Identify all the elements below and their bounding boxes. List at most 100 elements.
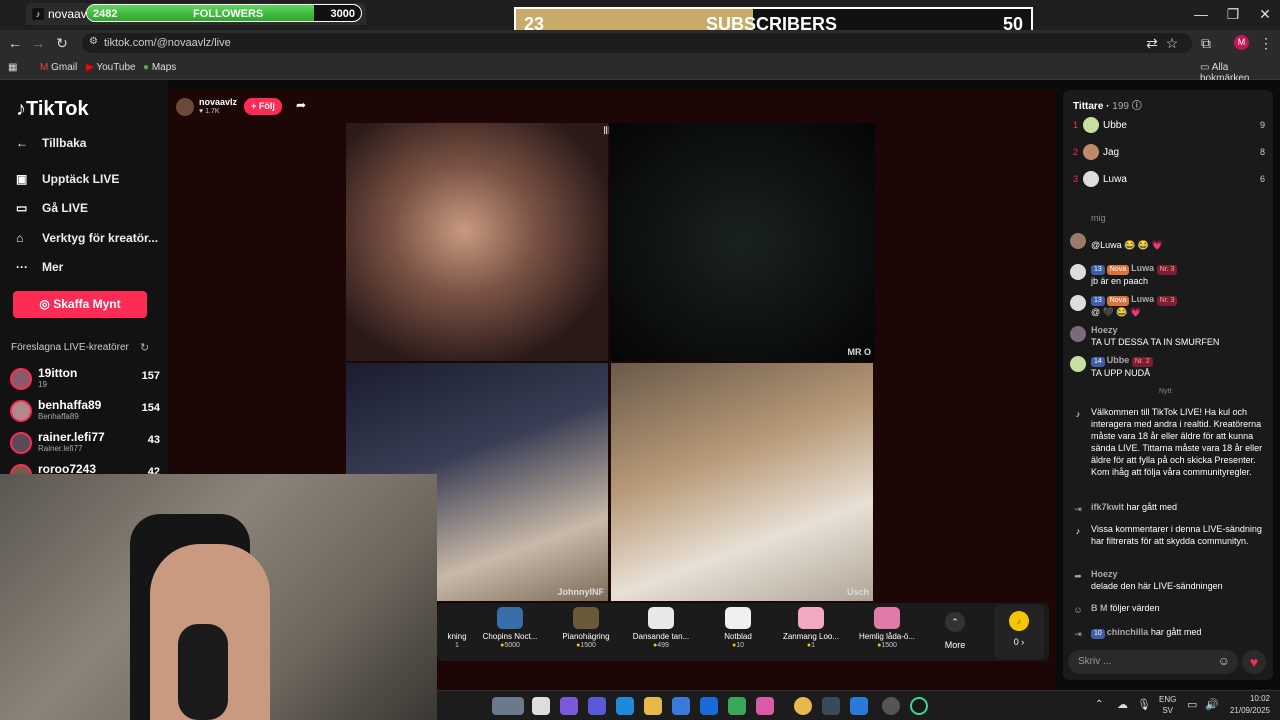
bookmarks-bar: ▦ M Gmail ▶ YouTube ● Maps ▭ Alla bokmär…	[0, 56, 1280, 84]
suggested-creators-title: Föreslagna LIVE-kreatörer	[11, 342, 129, 353]
obs-icon[interactable]	[882, 697, 900, 715]
volume-icon[interactable]: 🔊	[1205, 698, 1219, 711]
more-dots-icon: ···	[16, 260, 28, 274]
avatar	[1070, 326, 1086, 342]
tiktok-note-icon: ♪	[1075, 526, 1081, 536]
avatar	[10, 432, 32, 454]
bookmark-star-icon[interactable]: ☆	[1162, 35, 1182, 52]
bookmark-youtube[interactable]: ▶ YouTube	[86, 62, 136, 73]
top-viewer-row[interactable]: 2 Jag 8	[1071, 143, 1267, 165]
refresh-icon[interactable]: ↻	[140, 341, 149, 354]
coin-balance-button[interactable]: ♪ 0 ›	[994, 605, 1044, 659]
defender-icon[interactable]	[728, 697, 746, 715]
chrome-icon[interactable]	[794, 697, 812, 715]
tray-chevron-icon[interactable]: ⌃	[1095, 699, 1103, 710]
minimize-icon[interactable]: —	[1186, 6, 1216, 22]
gift-icon	[798, 607, 824, 629]
language-indicator[interactable]: ENG SV	[1159, 694, 1176, 716]
address-bar[interactable]: ⚙ tiktok.com/@novaavlz/live	[82, 33, 1192, 53]
audio-bars-icon: 𝄃𝄃	[604, 126, 609, 137]
top-viewer-row[interactable]: 3 Luwa 6	[1071, 170, 1267, 192]
sidebar-item-more[interactable]: ··· Mer	[16, 260, 63, 274]
person-icon: ☺	[1073, 605, 1083, 615]
network-icon[interactable]: ▭	[1187, 698, 1197, 711]
creator-item[interactable]: rainer.lefi77 Rainer.lefi77 43	[10, 430, 160, 460]
cloud-icon[interactable]: ☁	[1117, 698, 1128, 711]
share-icon[interactable]: ➦	[296, 98, 306, 112]
sidebar-item-go-live[interactable]: ▭ Gå LIVE	[16, 201, 88, 215]
bookmark-gmail[interactable]: M Gmail	[40, 62, 77, 73]
file-explorer-icon[interactable]	[644, 697, 662, 715]
follow-button[interactable]: + Följ	[244, 98, 282, 115]
like-heart-button[interactable]: ♥	[1242, 650, 1266, 674]
apps-grid-icon[interactable]: ▦	[8, 62, 17, 73]
mic-tray-icon[interactable]: 🎙	[1137, 698, 1151, 711]
chat-message: @Luwa 😂 😂 💗	[1069, 231, 1267, 251]
url-text: tiktok.com/@novaavlz/live	[104, 37, 231, 49]
emoji-icon[interactable]: ☺	[1218, 654, 1230, 668]
more-gifts-button[interactable]: ⌃ More	[940, 612, 970, 650]
gift-item[interactable]: Chopins Noct... ●5000	[477, 607, 543, 649]
extensions-icon[interactable]: ⧉	[1196, 35, 1216, 52]
video-tile[interactable]	[346, 123, 608, 361]
profile-avatar[interactable]: M	[1234, 35, 1249, 50]
translate-icon[interactable]: ⇄	[1142, 35, 1162, 52]
back-button[interactable]: ← Tillbaka	[16, 136, 86, 150]
new-messages-divider: Nytt	[1159, 388, 1172, 395]
host-avatar[interactable]	[176, 98, 194, 116]
gift-item[interactable]: Notblad ●10	[705, 607, 771, 649]
back-arrow-icon[interactable]: ←	[5, 35, 25, 51]
gift-item[interactable]: Zanmang Loo... ●1	[778, 607, 844, 649]
office-icon[interactable]	[756, 697, 774, 715]
info-icon[interactable]: ⓘ	[1132, 101, 1142, 112]
spotify-icon[interactable]	[910, 697, 928, 715]
chat-message: 13 Nova Luwa Nr. 3 @ 🖤 😂 💗	[1069, 293, 1267, 318]
avatar	[1083, 144, 1099, 160]
forward-arrow-icon[interactable]: →	[28, 35, 48, 51]
share-message: ➦ Hoezy delade den här LIVE-sändningen	[1069, 568, 1267, 592]
gift-icon	[725, 607, 751, 629]
join-icon: ⇥	[1074, 504, 1082, 514]
gift-item[interactable]: Hemlig låda-ö... ●1500	[854, 607, 920, 649]
followers-current: 2482	[93, 8, 118, 20]
gift-item[interactable]: Pianohägring ●1500	[553, 607, 619, 649]
browser-menu-icon[interactable]: ⋮	[1256, 35, 1276, 52]
gift-item[interactable]: Dansande tan... ●499	[628, 607, 694, 649]
site-info-icon[interactable]: ⚙	[89, 36, 98, 47]
avatar	[10, 368, 32, 390]
streamer-webcam	[0, 474, 437, 720]
rank-badge: Nr. 3	[1156, 265, 1178, 275]
gift-icon	[648, 607, 674, 629]
video-camera-icon: ▭	[16, 201, 28, 215]
microphone-icon	[178, 624, 228, 720]
system-message: ♪ Vissa kommentarer i denna LIVE-sändnin…	[1069, 523, 1267, 547]
copilot-icon[interactable]	[560, 697, 578, 715]
maximize-icon[interactable]: ❐	[1218, 6, 1248, 23]
get-coins-button[interactable]: ◎ Skaffa Mynt	[13, 291, 147, 318]
video-tile[interactable]: MR O	[610, 123, 875, 361]
avatar	[1083, 171, 1099, 187]
task-view-icon[interactable]	[532, 697, 550, 715]
outlook-icon[interactable]	[700, 697, 718, 715]
host-name[interactable]: novaavlz	[199, 97, 237, 107]
sidebar-item-discover-live[interactable]: ▣ Upptäck LIVE	[16, 172, 119, 186]
reload-icon[interactable]: ↻	[52, 35, 72, 52]
store-icon[interactable]	[672, 697, 690, 715]
app-icon[interactable]	[822, 697, 840, 715]
teams-icon[interactable]	[588, 697, 606, 715]
video-tile[interactable]: Usch	[611, 363, 873, 601]
browser-toolbar: ← → ↻ ⚙ tiktok.com/@novaavlz/live ⇄ ☆ ⧉ …	[0, 30, 1280, 56]
chat-input[interactable]: Skriv ... ☺	[1068, 650, 1238, 674]
widgets-icon[interactable]	[492, 697, 524, 715]
top-viewer-row[interactable]: 1 Ubbe 9	[1071, 116, 1267, 138]
close-window-icon[interactable]: ✕	[1250, 6, 1280, 23]
edge-icon[interactable]	[616, 697, 634, 715]
photos-icon[interactable]	[850, 697, 868, 715]
bookmark-maps[interactable]: ● Maps	[143, 62, 176, 73]
clock[interactable]: 10:02 21/09/2025	[1230, 693, 1270, 717]
creator-item[interactable]: benhaffa89 Benhaffa89 154	[10, 398, 160, 428]
sidebar-item-creator-tools[interactable]: ⌂ Verktyg för kreatör...	[16, 231, 158, 245]
creator-item[interactable]: 19itton 19 157	[10, 366, 160, 396]
heart-icon: ♥	[199, 108, 204, 115]
tiktok-logo[interactable]: ♪TikTok	[16, 98, 89, 121]
